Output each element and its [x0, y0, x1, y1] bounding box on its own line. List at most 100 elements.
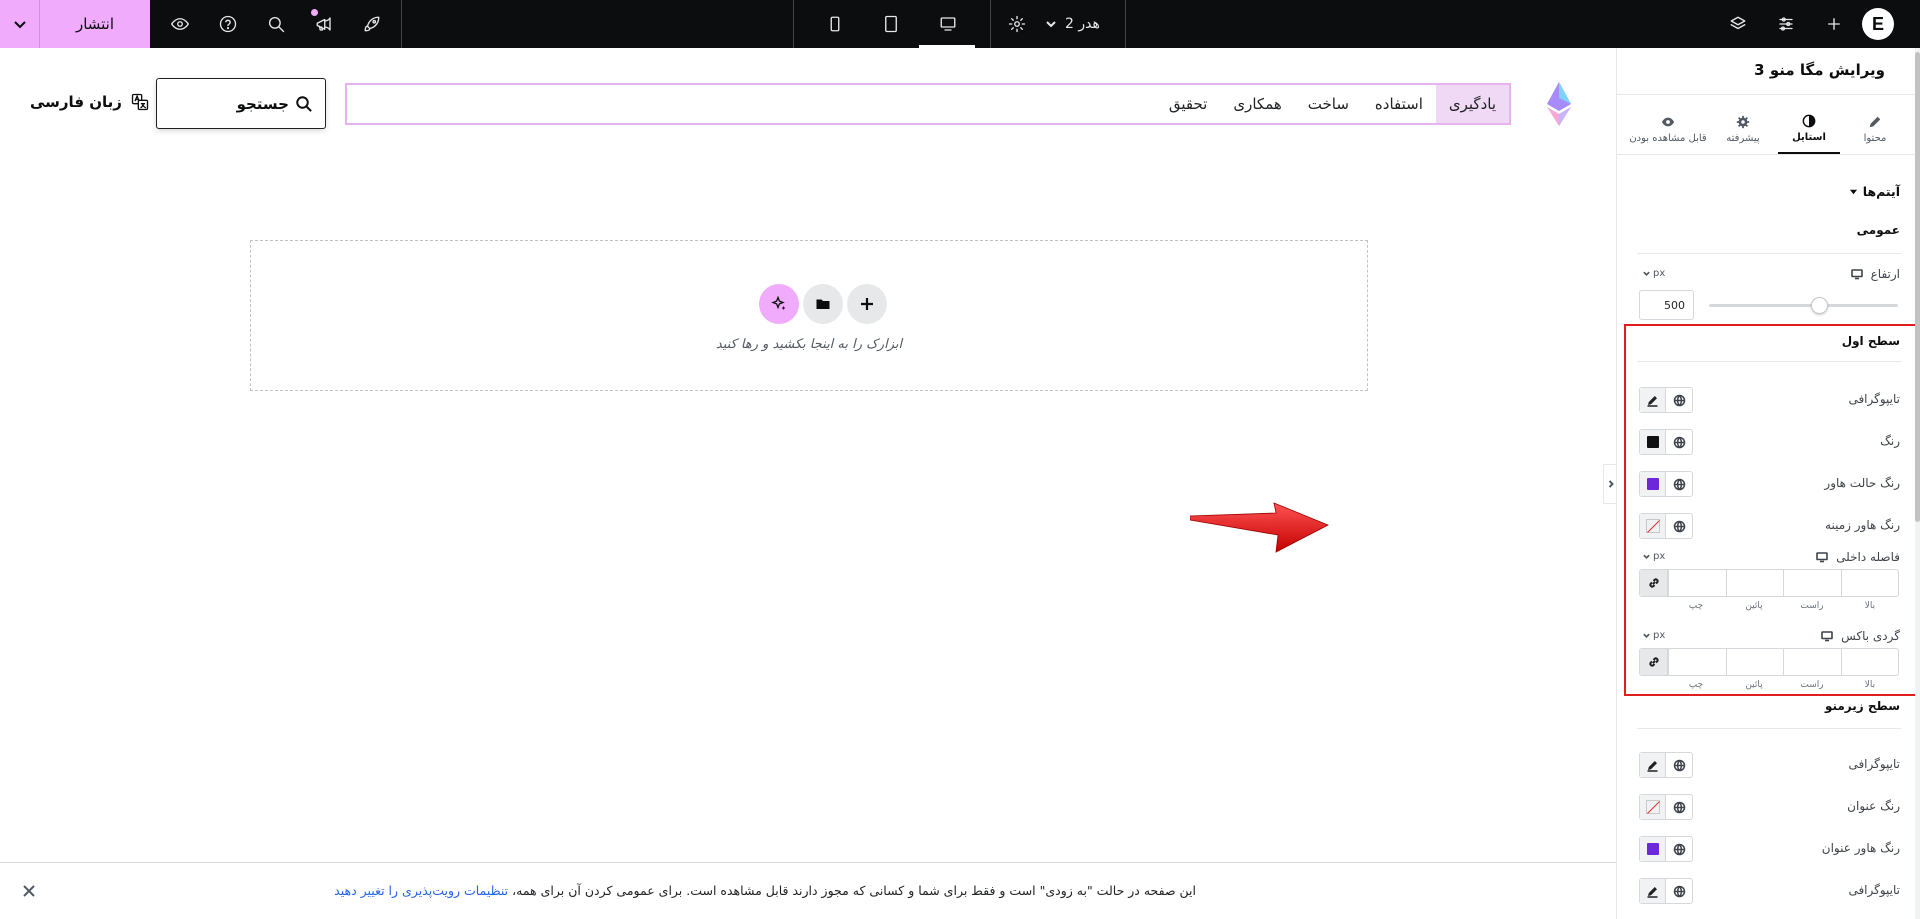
tablet-icon: [885, 15, 897, 33]
eye-icon: [171, 18, 189, 30]
panel-scrollbar-thumb[interactable]: [1915, 52, 1920, 522]
folder-icon: [816, 299, 830, 309]
height-slider-track[interactable]: [1709, 304, 1898, 307]
add-element-button[interactable]: [1819, 0, 1849, 48]
megaphone-icon: [316, 17, 331, 31]
separator: [793, 0, 794, 48]
publish-options-button[interactable]: [0, 0, 40, 48]
annotation-arrow: [1190, 502, 1329, 553]
separator: [990, 0, 991, 48]
contrast-icon: [1802, 114, 1816, 127]
top-bar: انتشار هدر 2 E: [0, 0, 1920, 48]
nav-item-usage[interactable]: استفاده: [1362, 85, 1436, 123]
language-switcher[interactable]: زبان فارسی: [30, 92, 150, 112]
divider: [1637, 728, 1901, 729]
add-template-button[interactable]: [803, 284, 843, 324]
device-mobile-button[interactable]: [820, 0, 850, 48]
gear-icon: [1008, 15, 1026, 33]
height-slider-handle[interactable]: [1810, 297, 1828, 314]
chevron-down-icon: [13, 21, 26, 29]
site-settings-button[interactable]: [1771, 0, 1801, 48]
title-hover-color-swatch-button[interactable]: [1640, 837, 1666, 861]
height-unit: px: [1653, 268, 1666, 279]
help-icon: [219, 15, 237, 33]
height-unit-selector[interactable]: px: [1643, 268, 1665, 279]
divider: [1617, 94, 1920, 95]
close-icon: [23, 885, 35, 897]
chevron-down-icon: [1643, 271, 1650, 277]
no-color-swatch: [1645, 800, 1660, 814]
panel-title: ویرایش مگا منو 3: [1754, 61, 1885, 79]
layers-icon: [1730, 16, 1746, 30]
site-logo[interactable]: [1543, 80, 1575, 128]
site-search-box[interactable]: جستجو: [156, 78, 326, 129]
nav-item-research[interactable]: تحقیق: [1156, 85, 1220, 123]
title-hover-color-label: رنگ هاور عنوان: [1821, 841, 1900, 855]
empty-container-dropzone[interactable]: ابزارک را به اینجا بکشید و رها کنید: [250, 240, 1368, 391]
tab-visibility-label: قابل مشاهده بودن: [1629, 132, 1707, 144]
search-icon: [268, 16, 285, 33]
submenu-typography2-control: [1639, 878, 1693, 904]
title-hover-color-swatch: [1646, 843, 1659, 855]
title-color-global-button[interactable]: [1666, 795, 1692, 819]
publish-button[interactable]: انتشار: [40, 0, 150, 48]
eye-icon: [1661, 117, 1675, 126]
gear-icon: [1736, 115, 1750, 128]
sparkles-icon: [771, 296, 786, 310]
sliders-icon: [1779, 17, 1793, 31]
preview-button[interactable]: [165, 0, 195, 48]
title-color-label: رنگ عنوان: [1847, 799, 1900, 813]
tab-visibility[interactable]: قابل مشاهده بودن: [1620, 104, 1716, 154]
submenu-typography-edit-button[interactable]: [1640, 753, 1666, 777]
submenu-typography-label: تایپوگرافی: [1848, 757, 1900, 771]
title-hover-color-global-button[interactable]: [1666, 837, 1692, 861]
notice-close-button[interactable]: [22, 883, 36, 897]
visibility-settings-link[interactable]: تنظیمات رویت‌پذیری را تغییر دهید: [334, 883, 508, 898]
site-kit-button[interactable]: [357, 0, 387, 48]
rocket-icon: [364, 16, 380, 32]
elementor-logo: E: [1871, 13, 1884, 34]
separator: [401, 0, 402, 48]
submenu-typography2-edit-button[interactable]: [1640, 879, 1666, 903]
height-input[interactable]: 500: [1639, 290, 1694, 320]
search-label: جستجو: [236, 94, 289, 113]
notifications-button[interactable]: [309, 0, 339, 48]
divider: [1637, 253, 1901, 254]
elementor-logo-button[interactable]: E: [1862, 8, 1894, 40]
nav-item-learning[interactable]: یادگیری: [1435, 85, 1509, 123]
search-icon: [296, 95, 312, 112]
tab-advanced[interactable]: پیشرفته: [1712, 104, 1774, 154]
submenu-typography-global-button[interactable]: [1666, 753, 1692, 777]
dropzone-instructions: ابزارک را به اینجا بکشید و رها کنید: [715, 337, 903, 352]
general-heading: عمومی: [1856, 223, 1900, 237]
nav-item-build[interactable]: ساخت: [1295, 85, 1362, 123]
mega-menu-nav: یادگیری استفاده ساخت همکاری تحقیق: [345, 83, 1511, 125]
section-items-toggle[interactable]: آیتم‌ها: [1849, 184, 1900, 199]
submenu-typography2-label: تایپوگرافی: [1848, 883, 1900, 897]
page-settings-button[interactable]: [1002, 0, 1032, 48]
globe-icon: [1673, 885, 1685, 897]
add-section-button[interactable]: [847, 284, 887, 324]
globe-icon: [1673, 801, 1685, 813]
nav-item-collaboration[interactable]: همکاری: [1220, 85, 1294, 123]
language-label: زبان فارسی: [30, 93, 122, 111]
device-tablet-button[interactable]: [876, 0, 906, 48]
pencil-icon: [1647, 760, 1658, 772]
search-button[interactable]: [261, 0, 291, 48]
tab-content[interactable]: محتوا: [1844, 104, 1906, 154]
tab-style[interactable]: استایل: [1778, 104, 1840, 154]
title-color-swatch-button[interactable]: [1640, 795, 1666, 819]
title-hover-color-control: [1639, 836, 1693, 862]
section-items-title: آیتم‌ها: [1862, 184, 1900, 199]
structure-button[interactable]: [1723, 0, 1753, 48]
header-selector[interactable]: هدر 2: [1045, 0, 1100, 48]
divider: [1617, 154, 1920, 155]
translate-icon: [131, 93, 149, 111]
coming-soon-notice: این صفحه در حالت "به زودی" است و فقط برا…: [0, 862, 1616, 919]
ai-generate-button[interactable]: [759, 284, 799, 324]
submenu-typography2-global-button[interactable]: [1666, 879, 1692, 903]
editor-canvas: [0, 48, 1616, 919]
panel-collapse-handle[interactable]: [1603, 464, 1617, 504]
pencil-icon: [1647, 886, 1658, 898]
help-button[interactable]: [213, 0, 243, 48]
